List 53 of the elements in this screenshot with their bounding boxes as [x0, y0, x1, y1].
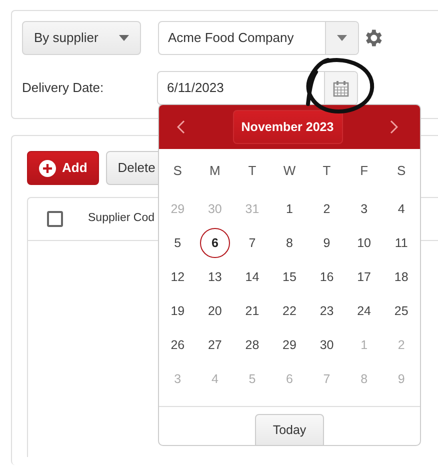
- calendar-day[interactable]: 29: [274, 330, 304, 360]
- calendar-day[interactable]: 23: [312, 296, 342, 326]
- calendar-day[interactable]: 8: [274, 228, 304, 258]
- plus-circle-icon: [39, 160, 56, 176]
- caret-icon: [337, 35, 347, 41]
- weekday-label: M: [210, 162, 220, 180]
- calendar-day[interactable]: 21: [237, 296, 268, 326]
- calendar-day[interactable]: 30: [312, 330, 342, 360]
- mode-text: By supplier: [34, 29, 98, 48]
- calendar-day[interactable]: 12: [162, 262, 193, 292]
- calendar-day[interactable]: 25: [386, 296, 416, 326]
- weekday-label: F: [360, 162, 368, 180]
- calendar-day[interactable]: 27: [200, 330, 230, 360]
- previous-icon[interactable]: [177, 120, 185, 134]
- calendar-day[interactable]: 6: [200, 228, 230, 258]
- calendar-day[interactable]: 2: [312, 194, 342, 224]
- calendar-day[interactable]: 5: [162, 228, 193, 258]
- supplier-combobox[interactable]: Acme Food Company: [158, 21, 359, 55]
- date-field[interactable]: 6/11/2023: [157, 71, 358, 105]
- month-title-button[interactable]: November 2023: [232, 110, 342, 144]
- column-header[interactable]: Supplier Cod: [88, 210, 154, 228]
- calendar-day[interactable]: 18: [386, 262, 416, 292]
- caret-icon: [119, 35, 129, 41]
- calendar-day[interactable]: 22: [274, 296, 304, 326]
- calendar-day[interactable]: 13: [200, 262, 230, 292]
- calendar-icon[interactable]: [333, 80, 349, 96]
- today-button[interactable]: Today: [255, 414, 324, 445]
- weekday-label: S: [173, 162, 182, 180]
- calendar-day[interactable]: 11: [386, 228, 416, 258]
- weekday-label: T: [248, 162, 256, 180]
- next-icon[interactable]: [390, 120, 398, 134]
- calendar-day[interactable]: 7: [237, 228, 268, 258]
- mode-dropdown[interactable]: By supplier: [22, 21, 141, 55]
- calendar-day[interactable]: 14: [237, 262, 268, 292]
- calendar-day[interactable]: 1: [274, 194, 304, 224]
- calendar-day[interactable]: 16: [312, 262, 342, 292]
- calendar-day[interactable]: 19: [162, 296, 193, 326]
- calendar-day[interactable]: 20: [200, 296, 230, 326]
- weekday-label: S: [397, 162, 406, 180]
- calendar-day[interactable]: 26: [162, 330, 193, 360]
- calendar-day[interactable]: 15: [274, 262, 304, 292]
- calendar-day[interactable]: 28: [237, 330, 268, 360]
- calendar-day[interactable]: 17: [349, 262, 380, 292]
- calendar-day[interactable]: 9: [312, 228, 342, 258]
- weekday-label: W: [283, 162, 296, 180]
- select-all-checkbox[interactable]: [47, 211, 63, 227]
- add-button[interactable]: Add: [27, 151, 100, 185]
- calendar-day[interactable]: 4: [386, 194, 416, 224]
- delivery-date-label: Delivery Date:: [22, 79, 105, 98]
- calendar-day[interactable]: 24: [349, 296, 380, 326]
- calendar-day[interactable]: 10: [349, 228, 380, 258]
- calendar-day[interactable]: 3: [349, 194, 380, 224]
- weekday-label: T: [322, 162, 331, 180]
